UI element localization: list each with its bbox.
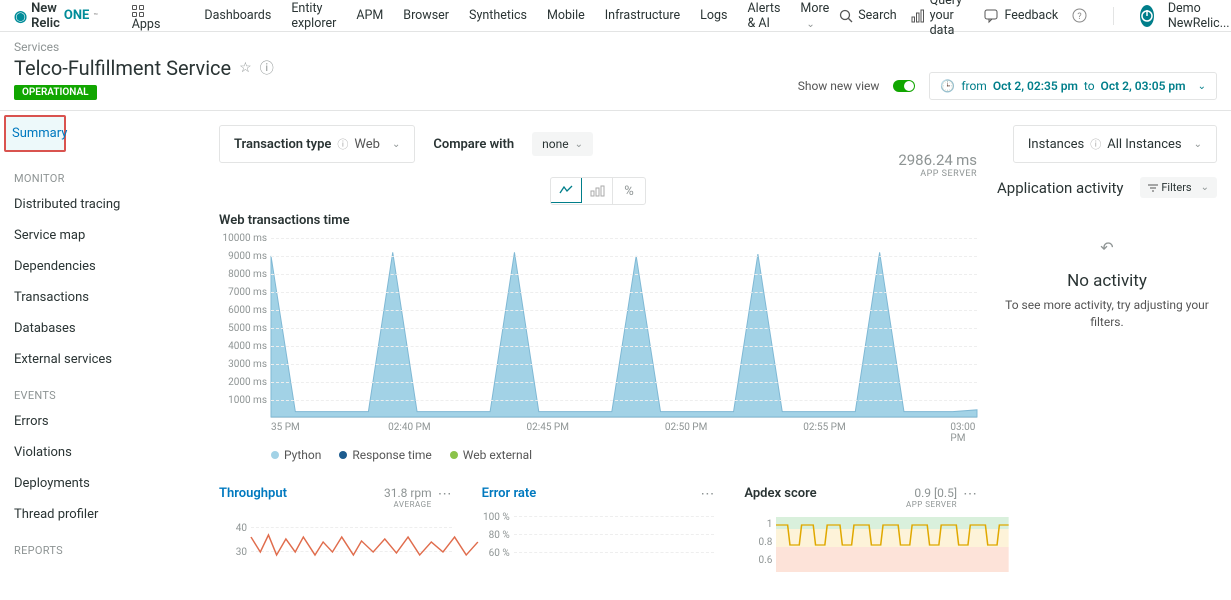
sidebar-service-map[interactable]: Service map [0,220,205,251]
svg-text:?: ? [1078,12,1082,22]
nav-infrastructure[interactable]: Infrastructure [595,8,690,23]
logo-icon: ◉ [14,7,27,25]
nav-browser[interactable]: Browser [393,8,459,23]
nav-alerts-ai[interactable]: Alerts & AI [738,1,791,31]
star-icon[interactable]: ☆ [239,60,252,76]
sidebar-distributed-tracing[interactable]: Distributed tracing [0,189,205,220]
activity-title: Application activity [997,179,1124,197]
help-icon[interactable]: ? [1072,8,1087,23]
chart-view-toggle: % [550,177,646,205]
chart-legend: Python Response time Web external [271,448,977,462]
clock-icon: 🕒 [940,79,955,93]
sidebar-errors[interactable]: Errors [0,406,205,437]
feedback-icon [984,9,999,23]
show-new-view-toggle[interactable] [893,80,915,92]
apdex-chart[interactable]: Apdex score 0.9 [0.5]APP SERVER ⋯ 1 0.8 … [744,486,977,572]
no-activity-sub: To see more activity, try adjusting your… [997,297,1217,331]
sidebar-reports-label: REPORTS [0,530,205,561]
instances-select[interactable]: Instances ⓘ All Instances ⌄ [1013,125,1217,163]
power-icon [1140,9,1154,23]
toggle-bar-chart[interactable] [581,178,613,204]
nav-mobile[interactable]: Mobile [537,8,595,23]
page-title: Telco-Fulfillment Service [14,56,231,80]
main-content: Transaction type ⓘ Web ⌄ Compare with no… [205,111,1231,572]
avatar[interactable] [1140,5,1154,27]
logo[interactable]: ◉ New Relic ONE™ [14,1,98,31]
chevron-down-icon: ⌄ [392,139,400,150]
legend-response-time[interactable]: Response time [339,448,431,462]
toggle-area-chart[interactable] [550,177,582,203]
compare-with-label: Compare with [433,137,514,152]
status-badge: OPERATIONAL [14,85,97,100]
sidebar-violations[interactable]: Violations [0,437,205,468]
chevron-down-icon: ⌄ [1194,139,1202,150]
undo-icon: ↶ [997,238,1217,257]
sidebar-deployments[interactable]: Deployments [0,468,205,499]
nav-entity-explorer[interactable]: Entity explorer [281,1,346,31]
nav-synthetics[interactable]: Synthetics [459,8,537,23]
nav-dashboards[interactable]: Dashboards [194,8,281,23]
chart-title: Web transactions time [219,213,350,228]
nav-logs[interactable]: Logs [690,8,737,23]
info-icon: ⓘ [337,136,348,152]
top-nav: ◉ New Relic ONE™ Apps Dashboards Entity … [0,0,1231,32]
nav-more[interactable]: More ⌄ [790,1,839,31]
search-button[interactable]: Search [839,8,896,23]
sidebar-summary[interactable]: Summary [4,115,66,152]
legend-web-external[interactable]: Web external [450,448,532,462]
filter-icon [1148,184,1158,192]
compare-with-select[interactable]: none⌄ [532,132,593,156]
user-menu[interactable]: Demo NewRelic... ⌄ [1168,1,1231,31]
apps-button[interactable]: Apps [122,0,171,32]
logo-one: ONE [64,8,89,23]
page-header: Services Telco-Fulfillment Service ☆ ⓘ O… [0,32,1231,111]
no-activity-heading: No activity [997,271,1217,291]
sidebar-external-services[interactable]: External services [0,344,205,375]
sidebar-databases[interactable]: Databases [0,313,205,344]
more-icon[interactable]: ⋯ [963,486,977,502]
sidebar-dependencies[interactable]: Dependencies [0,251,205,282]
error-rate-chart[interactable]: Error rate ⋯ 100 % 80 % 60 % [482,486,715,572]
info-icon[interactable]: ⓘ [260,58,274,78]
more-icon[interactable]: ⋯ [700,486,714,502]
nav-apm[interactable]: APM [346,8,393,23]
chart-icon [911,9,925,23]
sidebar-thread-profiler[interactable]: Thread profiler [0,499,205,530]
show-new-view-label: Show new view [798,79,880,93]
throughput-chart[interactable]: Throughput 31.8 rpmAVERAGE ⋯ 40 30 [219,486,452,572]
web-transactions-chart[interactable]: 10000 ms9000 ms8000 ms7000 ms6000 ms5000… [219,238,977,438]
feedback-button[interactable]: Feedback [984,8,1058,23]
app-server-metric: 2986.24 [898,151,953,169]
toggle-percent[interactable]: % [613,178,645,204]
sidebar-transactions[interactable]: Transactions [0,282,205,313]
filters-button[interactable]: Filters ⌄ [1140,177,1217,198]
logo-text: New Relic [31,1,60,31]
more-icon[interactable]: ⋯ [438,486,452,502]
toolbar: Transaction type ⓘ Web ⌄ Compare with no… [219,125,1217,163]
search-icon [839,9,853,23]
time-picker[interactable]: 🕒 from Oct 2, 02:35 pm to Oct 2, 03:05 p… [929,72,1217,100]
transaction-type-select[interactable]: Transaction type ⓘ Web ⌄ [219,125,415,163]
sidebar: Summary MONITOR Distributed tracing Serv… [0,111,205,572]
sidebar-monitor-label: MONITOR [0,158,205,189]
breadcrumb[interactable]: Services [14,40,1217,54]
sidebar-events-label: EVENTS [0,375,205,406]
apps-icon [132,5,144,17]
activity-panel: Application activity Filters ⌄ ↶ No acti… [997,177,1217,572]
info-icon: ⓘ [1090,136,1101,152]
legend-python[interactable]: Python [271,448,321,462]
